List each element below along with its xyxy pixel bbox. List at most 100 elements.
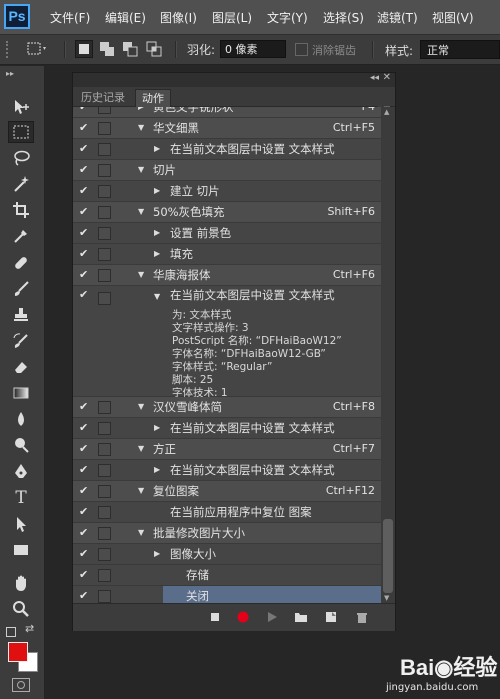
tab-actions[interactable]: 动作 — [135, 89, 171, 107]
collapse-triangle-icon[interactable]: ▼ — [138, 202, 144, 222]
action-row[interactable]: ✔ ▶ 建立 切片 — [73, 181, 381, 202]
toggle-check-icon[interactable]: ✔ — [79, 265, 93, 285]
expand-triangle-icon[interactable]: ▶ — [154, 244, 160, 264]
action-set-row[interactable]: ✔ ▼ 方正 Ctrl+F7 — [73, 439, 381, 460]
expand-triangle-icon[interactable]: ▶ — [154, 181, 160, 201]
quick-mask-icon[interactable] — [12, 678, 30, 692]
healing-brush-icon[interactable] — [8, 252, 34, 274]
panel-scrollbar[interactable]: ▲ ▼ — [381, 107, 395, 603]
dialog-toggle[interactable] — [98, 248, 111, 261]
toggle-check-icon[interactable]: ✔ — [79, 288, 88, 301]
zoom-tool-icon[interactable] — [8, 598, 34, 620]
action-set-row[interactable]: ✔ ▼ 复位图案 Ctrl+F12 — [73, 481, 381, 502]
action-set-row[interactable]: ✔ ▼ 华康海报体 Ctrl+F6 — [73, 265, 381, 286]
scroll-up-icon[interactable]: ▲ — [384, 108, 389, 116]
dialog-toggle[interactable] — [98, 485, 111, 498]
toggle-check-icon[interactable]: ✔ — [79, 586, 93, 603]
path-selection-icon[interactable] — [8, 513, 34, 535]
action-row[interactable]: ✔ ▶ 在当前文本图层中设置 文本样式 — [73, 460, 381, 481]
gradient-tool-icon[interactable] — [8, 382, 34, 404]
toggle-check-icon[interactable]: ✔ — [79, 160, 93, 180]
toggle-check-icon[interactable]: ✔ — [79, 202, 93, 222]
dialog-toggle[interactable] — [98, 464, 111, 477]
marquee-preset-icon[interactable] — [26, 41, 46, 57]
dialog-toggle[interactable] — [98, 227, 111, 240]
blur-tool-icon[interactable] — [8, 408, 34, 430]
action-row[interactable]: ✔ ▶ 图像大小 — [73, 544, 381, 565]
action-row[interactable]: ✔ ▶ 在当前文本图层中设置 文本样式 — [73, 139, 381, 160]
expand-triangle-icon[interactable]: ▶ — [138, 107, 144, 117]
new-action-icon[interactable] — [323, 610, 339, 624]
toggle-check-icon[interactable]: ✔ — [79, 439, 93, 459]
menu-filter[interactable]: 滤镜(T) — [377, 9, 418, 26]
record-icon[interactable] — [235, 610, 251, 624]
expand-triangle-icon[interactable]: ▶ — [154, 223, 160, 243]
menu-select[interactable]: 选择(S) — [323, 9, 364, 26]
delete-icon[interactable] — [354, 610, 370, 624]
collapse-triangle-icon[interactable]: ▼ — [138, 160, 144, 180]
marquee-tool-icon[interactable] — [8, 121, 34, 143]
toggle-check-icon[interactable]: ✔ — [79, 544, 93, 564]
toggle-check-icon[interactable]: ✔ — [79, 244, 93, 264]
expand-toolbar-icon[interactable]: ▸▸ — [6, 69, 14, 78]
expand-triangle-icon[interactable]: ▶ — [154, 460, 160, 480]
dialog-toggle[interactable] — [98, 506, 111, 519]
dialog-toggle[interactable] — [98, 401, 111, 414]
swap-colors-icon[interactable]: ⇄ — [25, 622, 34, 635]
dialog-toggle[interactable] — [98, 143, 111, 156]
rectangle-tool-icon[interactable] — [8, 539, 34, 561]
collapse-triangle-icon[interactable]: ▼ — [138, 118, 144, 138]
action-set-row[interactable]: ✔ ▼ 50%灰色填充 Shift+F6 — [73, 202, 381, 223]
scroll-thumb[interactable] — [383, 519, 393, 593]
action-row[interactable]: ✔ ▶ 填充 — [73, 244, 381, 265]
action-set-row[interactable]: ✔ ▼ 批量修改图片大小 — [73, 523, 381, 544]
lasso-tool-icon[interactable] — [8, 147, 34, 169]
action-set-row[interactable]: ✔ ▼ 华文细黑 Ctrl+F5 — [73, 118, 381, 139]
dialog-toggle[interactable] — [98, 206, 111, 219]
command-row[interactable]: ✔ 存储 — [73, 565, 381, 586]
toggle-check-icon[interactable]: ✔ — [79, 502, 93, 522]
play-icon[interactable] — [264, 610, 280, 624]
new-selection-icon[interactable] — [75, 40, 93, 58]
dialog-toggle[interactable] — [98, 527, 111, 540]
type-tool-icon[interactable]: T — [8, 487, 34, 509]
dialog-toggle[interactable] — [98, 590, 111, 603]
hand-tool-icon[interactable] — [8, 572, 34, 594]
collapse-panel-icon[interactable]: ◂◂ — [370, 73, 379, 83]
collapse-triangle-icon[interactable]: ▼ — [138, 523, 144, 543]
expand-triangle-icon[interactable]: ▼ — [154, 292, 160, 301]
toggle-check-icon[interactable]: ✔ — [79, 397, 93, 417]
dialog-toggle[interactable] — [98, 269, 111, 282]
dialog-toggle[interactable] — [98, 292, 111, 305]
expand-triangle-icon[interactable]: ▶ — [154, 544, 160, 564]
tab-history[interactable]: 历史记录 — [75, 89, 131, 106]
collapse-triangle-icon[interactable]: ▼ — [138, 439, 144, 459]
dialog-toggle[interactable] — [98, 422, 111, 435]
action-row[interactable]: ✔ ▶ 在当前文本图层中设置 文本样式 — [73, 418, 381, 439]
menu-type[interactable]: 文字(Y) — [267, 9, 308, 26]
action-set-row[interactable]: ✔ ▶ 黄色文字锐形状 F4 — [73, 107, 381, 118]
default-colors-icon[interactable] — [6, 627, 16, 637]
move-tool-icon[interactable] — [8, 96, 34, 118]
toggle-check-icon[interactable]: ✔ — [79, 565, 93, 585]
dialog-toggle[interactable] — [98, 185, 111, 198]
dialog-toggle[interactable] — [98, 548, 111, 561]
command-row[interactable]: ✔ 关闭 — [73, 586, 381, 603]
add-selection-icon[interactable] — [99, 41, 115, 57]
grip-handle[interactable] — [6, 41, 14, 58]
toggle-check-icon[interactable]: ✔ — [79, 418, 93, 438]
antialias-checkbox[interactable] — [295, 43, 308, 56]
dialog-toggle[interactable] — [98, 569, 111, 582]
expand-triangle-icon[interactable]: ▶ — [154, 418, 160, 438]
menu-layer[interactable]: 图层(L) — [212, 9, 252, 26]
history-brush-icon[interactable] — [8, 330, 34, 352]
feather-input[interactable]: 0 像素 — [220, 40, 286, 58]
action-set-row[interactable]: ✔ ▼ 汉仪雪峰体简 Ctrl+F8 — [73, 397, 381, 418]
toggle-check-icon[interactable]: ✔ — [79, 460, 93, 480]
magic-wand-icon[interactable] — [8, 173, 34, 195]
menu-edit[interactable]: 编辑(E) — [105, 9, 146, 26]
clone-stamp-icon[interactable] — [8, 304, 34, 326]
intersect-selection-icon[interactable] — [146, 41, 162, 57]
expand-triangle-icon[interactable]: ▶ — [154, 139, 160, 159]
toggle-check-icon[interactable]: ✔ — [79, 181, 93, 201]
